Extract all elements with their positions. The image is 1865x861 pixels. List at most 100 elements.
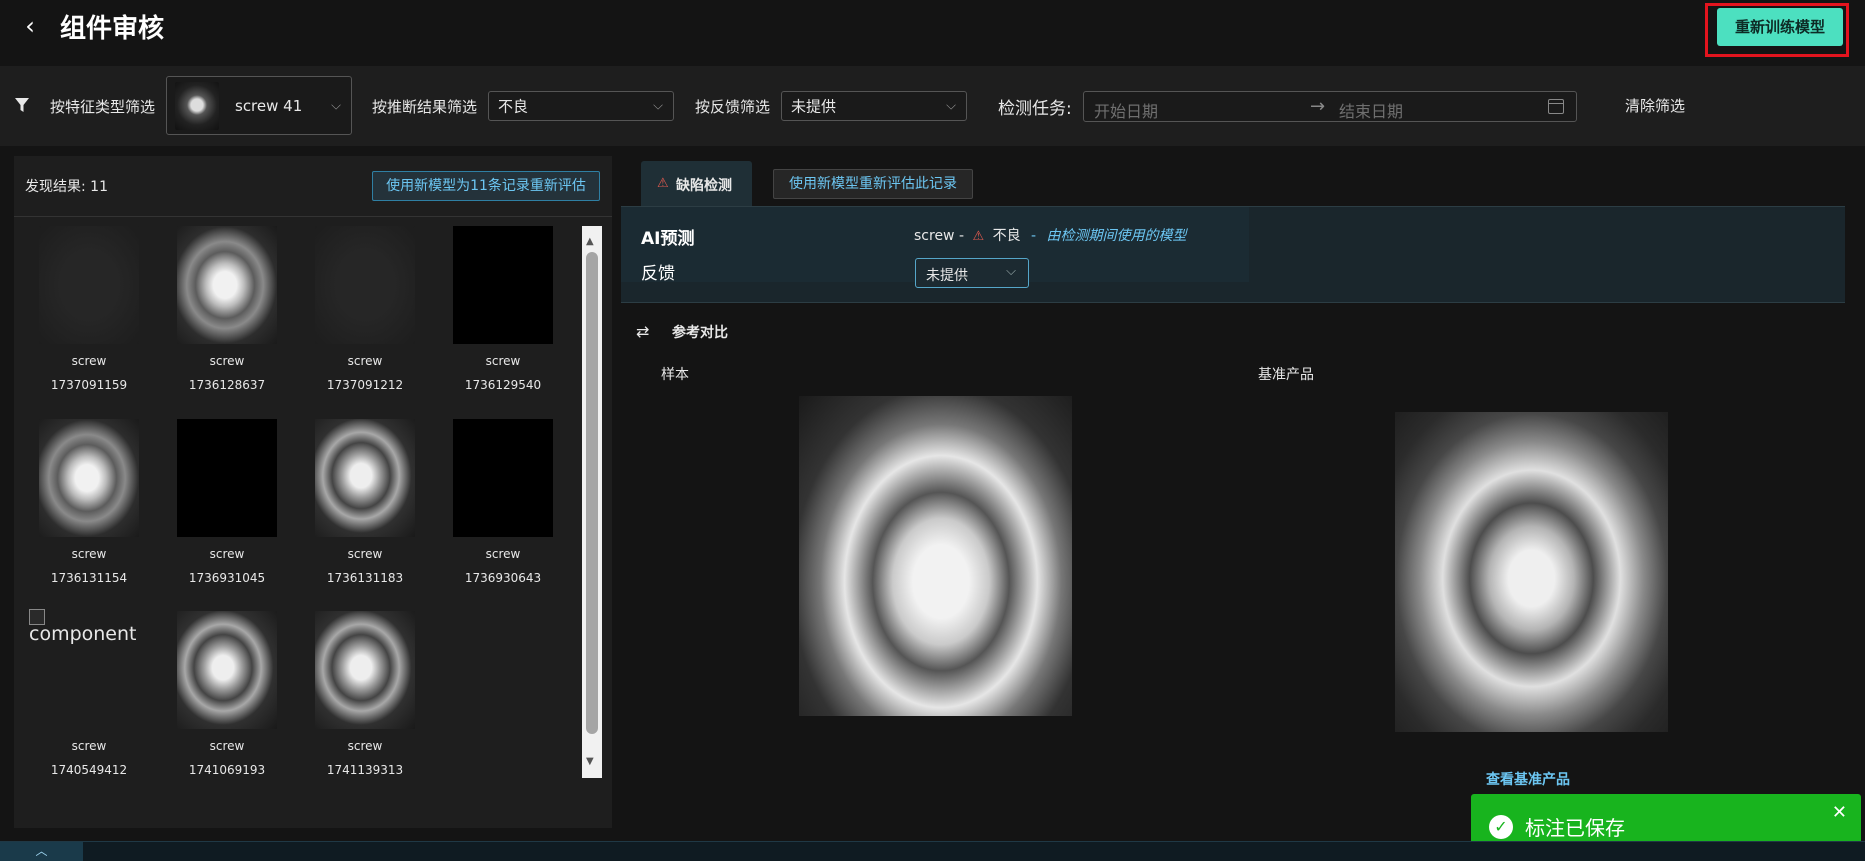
feature-type-select[interactable]: screw 41 ⌵: [166, 76, 352, 135]
start-date-input[interactable]: 开始日期: [1094, 98, 1158, 122]
card-class: screw: [209, 354, 245, 368]
page-title: 组件审核: [60, 14, 165, 44]
card-id: 1740549412: [50, 763, 128, 777]
card-class: screw: [209, 739, 245, 753]
result-card[interactable]: screw 1741069193: [152, 611, 290, 791]
card-id: 1736129540: [464, 378, 542, 392]
card-id: 1737091159: [50, 378, 128, 392]
chevron-up-icon[interactable]: ︿: [0, 842, 83, 861]
sample-image: [799, 396, 1072, 716]
card-id: 1741139313: [326, 763, 404, 777]
bottom-bar: [0, 841, 1865, 861]
close-icon[interactable]: ✕: [1832, 802, 1847, 823]
feature-thumbnail: [175, 82, 219, 130]
component-thumbnail: [177, 611, 277, 729]
result-card[interactable]: screw 1736931045: [152, 419, 290, 599]
ai-prediction-class: screw -: [914, 228, 965, 244]
feature-type-value: screw 41: [235, 96, 303, 115]
tab-defect-detection[interactable]: ⚠ 缺陷检测: [641, 161, 752, 207]
card-id: 1736931045: [188, 571, 266, 585]
card-class: screw: [71, 547, 107, 561]
feedback-select[interactable]: 未提供 ⌵: [781, 91, 967, 121]
scroll-down-arrow-icon[interactable]: ▼: [586, 756, 594, 767]
calendar-icon[interactable]: [1548, 99, 1564, 114]
component-thumbnail: [39, 226, 139, 344]
result-card[interactable]: screw 1736128637: [152, 226, 290, 406]
date-range-arrow-icon: →: [1310, 96, 1326, 117]
scrollbar-thumb[interactable]: [586, 252, 598, 734]
toast-message: 标注已保存: [1525, 816, 1625, 840]
card-class: screw: [485, 354, 521, 368]
chevron-down-icon: ⌵: [946, 98, 956, 114]
results-panel: 发现结果: 11 使用新模型为11条记录重新评估 screw 173709115…: [14, 156, 612, 828]
inference-select[interactable]: 不良 ⌵: [488, 91, 674, 121]
swap-icon: ⇄: [636, 322, 650, 341]
warning-icon: ⚠: [657, 176, 669, 191]
card-id: 1736131183: [326, 571, 404, 585]
divider: [14, 216, 612, 217]
card-class: screw: [485, 547, 521, 561]
view-base-product-link[interactable]: 查看基准产品: [1486, 769, 1570, 789]
card-id: 1737091212: [326, 378, 404, 392]
result-card[interactable]: screw 1736930643: [428, 419, 566, 599]
result-card[interactable]: screw 1736129540: [428, 226, 566, 406]
back-icon[interactable]: ‹: [18, 12, 42, 40]
inference-value: 不良: [498, 97, 529, 116]
result-card[interactable]: screw 1737091159: [14, 226, 152, 406]
component-thumbnail: [177, 226, 277, 344]
date-range-picker[interactable]: 开始日期 → 结束日期: [1083, 91, 1577, 122]
base-product-image: [1395, 412, 1668, 732]
component-thumbnail: [39, 419, 139, 537]
warning-icon: ⚠: [972, 229, 985, 244]
result-card[interactable]: screw 1737091212: [290, 226, 428, 406]
result-card[interactable]: screw 1736131183: [290, 419, 428, 599]
image-alt-text: component: [29, 623, 137, 645]
result-card[interactable]: screw 1741139313: [290, 611, 428, 791]
chevron-down-icon: ⌵: [653, 98, 663, 114]
scroll-up-arrow-icon[interactable]: ▲: [586, 236, 594, 247]
component-thumbnail: [315, 419, 415, 537]
feedback-dropdown-value: 未提供: [926, 268, 968, 284]
sample-label: 样本: [661, 367, 689, 383]
ai-prediction-value: screw - ⚠ 不良 - 由检测期间使用的模型: [914, 225, 1187, 245]
check-circle-icon: ✓: [1489, 815, 1513, 839]
feedback-dropdown[interactable]: 未提供 ⌵: [915, 258, 1029, 288]
component-thumbnail: [315, 226, 415, 344]
clear-filters-button[interactable]: 清除筛选: [1625, 95, 1685, 116]
feedback-value: 未提供: [791, 97, 837, 116]
card-class: screw: [209, 547, 245, 561]
card-id: 1741069193: [188, 763, 266, 777]
feature-type-filter-label: 按特征类型筛选: [50, 98, 156, 116]
ai-prediction-box: AI预测 screw - ⚠ 不良 - 由检测期间使用的模型 反馈 未提供 ⌵: [621, 206, 1845, 303]
result-count: 发现结果: 11: [25, 179, 108, 195]
card-id: 1736128637: [188, 378, 266, 392]
component-thumbnail: [177, 419, 277, 537]
base-product-label: 基准产品: [1258, 367, 1314, 383]
chevron-down-icon: ⌵: [1006, 264, 1016, 279]
card-class: screw: [71, 354, 107, 368]
broken-image: component: [29, 609, 137, 729]
card-id: 1736930643: [464, 571, 542, 585]
component-thumbnail: [315, 611, 415, 729]
component-thumbnail: [453, 226, 553, 344]
card-class: screw: [347, 739, 383, 753]
end-date-input[interactable]: 结束日期: [1339, 98, 1403, 122]
card-class: screw: [347, 547, 383, 561]
tab-label: 缺陷检测: [676, 178, 732, 194]
reevaluate-all-button[interactable]: 使用新模型为11条记录重新评估: [372, 171, 600, 201]
card-class: screw: [347, 354, 383, 368]
chevron-down-icon: ⌵: [331, 98, 341, 113]
card-id: 1736131154: [50, 571, 128, 585]
filter-funnel-icon: [15, 98, 29, 112]
card-class: screw: [71, 739, 107, 753]
inference-filter-label: 按推断结果筛选: [372, 98, 478, 116]
retrain-model-button[interactable]: 重新训练模型: [1717, 8, 1843, 46]
feedback-filter-label: 按反馈筛选: [695, 98, 771, 116]
ai-prediction-label: AI预测: [641, 229, 695, 249]
app-header: ‹ 组件审核: [0, 0, 1865, 66]
result-card[interactable]: screw 1736131154: [14, 419, 152, 599]
reevaluate-record-button[interactable]: 使用新模型重新评估此记录: [773, 169, 973, 199]
ai-prediction-result: 不良: [992, 228, 1021, 244]
result-card[interactable]: component screw 1740549412: [14, 609, 152, 791]
task-filter-label: 检测任务:: [998, 99, 1072, 119]
